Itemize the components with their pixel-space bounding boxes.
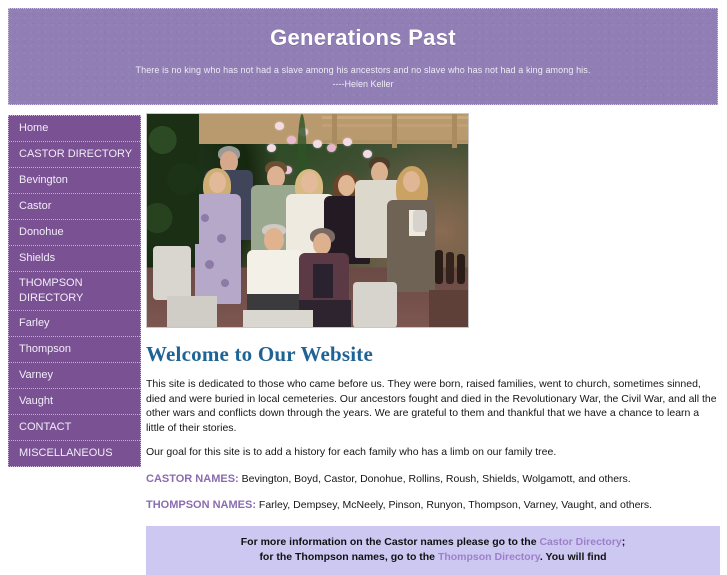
sidebar-item-home[interactable]: Home	[9, 116, 140, 142]
sidebar-item-shields[interactable]: Shields	[9, 246, 140, 272]
sidebar-item-castor[interactable]: Castor	[9, 194, 140, 220]
family-photo	[146, 113, 469, 328]
thompson-names-line: THOMPSON NAMES: Farley, Dempsey, McNeely…	[146, 486, 720, 512]
family-photo-image	[147, 114, 468, 327]
callout-text-1: For more information on the Castor names…	[240, 535, 540, 548]
site-banner: Generations Past There is no king who ha…	[8, 8, 718, 105]
sidebar-item-vaught[interactable]: Vaught	[9, 389, 140, 415]
sidebar-item-thompson[interactable]: Thompson	[9, 337, 140, 363]
sidebar-item-varney[interactable]: Varney	[9, 363, 140, 389]
directory-callout: For more information on the Castor names…	[146, 525, 720, 575]
sidebar-item-miscellaneous[interactable]: MISCELLANEOUS	[9, 441, 140, 466]
callout-text-4: . You will find	[539, 550, 607, 563]
callout-text-2: ;	[621, 535, 626, 548]
thompson-directory-link[interactable]: Thompson Directory	[438, 551, 540, 563]
sidebar-item-bevington[interactable]: Bevington	[9, 168, 140, 194]
banner-quote: There is no king who has not had a slave…	[135, 65, 591, 76]
intro-paragraph-2: Our goal for this site is to add a histo…	[146, 446, 557, 458]
banner-quote-attribution: ----Helen Keller	[332, 79, 394, 90]
site-title: Generations Past	[270, 25, 456, 50]
main-content: Welcome to Our Website This site is dedi…	[146, 113, 720, 575]
castor-names-value: Bevington, Boyd, Castor, Donohue, Rollin…	[238, 472, 631, 485]
sidebar-item-farley[interactable]: Farley	[9, 311, 140, 337]
castor-directory-link[interactable]: Castor Directory	[539, 536, 621, 548]
castor-names-line: CASTOR NAMES: Bevington, Boyd, Castor, D…	[146, 460, 720, 486]
sidebar-item-thompson-directory[interactable]: THOMPSON DIRECTORY	[9, 272, 140, 311]
sidebar-nav: Home CASTOR DIRECTORY Bevington Castor D…	[8, 115, 141, 467]
sidebar-item-contact[interactable]: CONTACT	[9, 415, 140, 441]
thompson-names-value: Farley, Dempsey, McNeely, Pinson, Runyon…	[256, 498, 653, 511]
thompson-names-label: THOMPSON NAMES:	[146, 498, 256, 511]
sidebar-item-castor-directory[interactable]: CASTOR DIRECTORY	[9, 142, 140, 168]
castor-names-label: CASTOR NAMES:	[146, 472, 239, 485]
page-root: Generations Past There is no king who ha…	[0, 0, 727, 575]
intro-paragraph-1: This site is dedicated to those who came…	[146, 378, 717, 434]
sidebar-item-donohue[interactable]: Donohue	[9, 220, 140, 246]
callout-text-3: for the Thompson names, go to the	[259, 550, 438, 563]
page-title: Welcome to Our Website	[146, 342, 374, 366]
